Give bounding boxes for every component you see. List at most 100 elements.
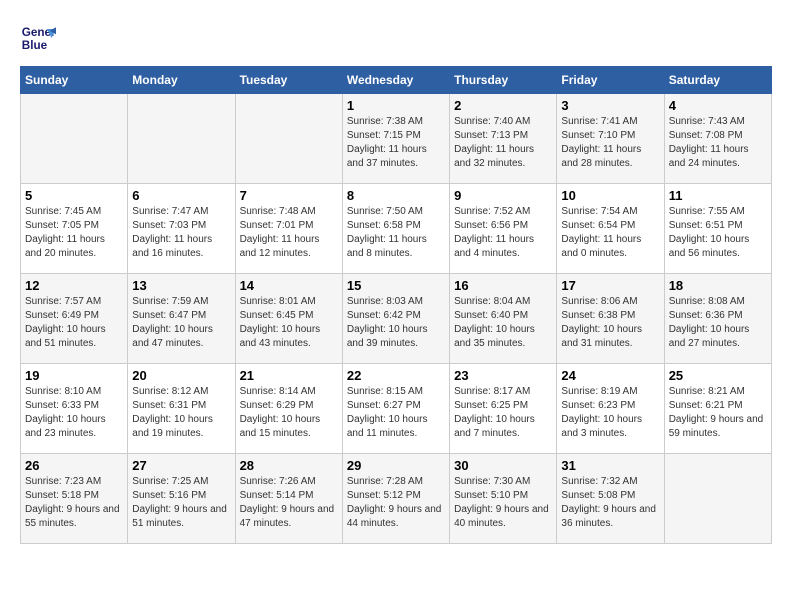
calendar-cell: 10Sunrise: 7:54 AM Sunset: 6:54 PM Dayli… [557, 184, 664, 274]
weekday-header-tuesday: Tuesday [235, 67, 342, 94]
calendar-week-1: 1 Sunrise: 7:38 AM Sunset: 7:15 PM Daylig… [21, 94, 772, 184]
calendar-cell: 12 Sunrise: 7:57 AM Sunset: 6:49 PM Dayli… [21, 274, 128, 364]
day-info: Sunrise: 7:38 AM Sunset: 7:15 PM Dayligh… [347, 115, 445, 171]
day-info: Sunrise: 7:30 AM Sunset: 5:10 PM Dayligh… [454, 475, 552, 531]
calendar-cell: 27Sunrise: 7:25 AM Sunset: 5:16 PM Dayli… [128, 454, 235, 544]
calendar-cell: 21 Sunrise: 8:14 AM Sunset: 6:29 PM Dayli… [235, 364, 342, 454]
weekday-header-monday: Monday [128, 67, 235, 94]
day-info: Sunrise: 7:45 AM Sunset: 7:05 PM Dayligh… [25, 205, 123, 261]
day-number: 3 [561, 98, 659, 113]
calendar-cell: 4 Sunrise: 7:43 AM Sunset: 7:08 PM Daylig… [664, 94, 771, 184]
day-number: 23 [454, 368, 552, 383]
day-info: Sunrise: 8:01 AM Sunset: 6:45 PM Dayligh… [240, 295, 338, 351]
weekday-header-row: SundayMondayTuesdayWednesdayThursdayFrid… [21, 67, 772, 94]
calendar-cell: 3Sunrise: 7:41 AM Sunset: 7:10 PM Daylig… [557, 94, 664, 184]
day-number: 9 [454, 188, 552, 203]
calendar-cell: 26 Sunrise: 7:23 AM Sunset: 5:18 PM Dayli… [21, 454, 128, 544]
weekday-header-sunday: Sunday [21, 67, 128, 94]
calendar-cell [128, 94, 235, 184]
day-info: Sunrise: 7:48 AM Sunset: 7:01 PM Dayligh… [240, 205, 338, 261]
calendar-cell: 22 Sunrise: 8:15 AM Sunset: 6:27 PM Dayli… [342, 364, 449, 454]
calendar-cell: 31 Sunrise: 7:32 AM Sunset: 5:08 PM Dayli… [557, 454, 664, 544]
day-info: Sunrise: 8:17 AM Sunset: 6:25 PM Dayligh… [454, 385, 552, 441]
calendar-table: SundayMondayTuesdayWednesdayThursdayFrid… [20, 66, 772, 544]
day-info: Sunrise: 7:57 AM Sunset: 6:49 PM Dayligh… [25, 295, 123, 351]
day-info: Sunrise: 7:28 AM Sunset: 5:12 PM Dayligh… [347, 475, 445, 531]
day-info: Sunrise: 8:21 AM Sunset: 6:21 PM Dayligh… [669, 385, 767, 441]
day-info: Sunrise: 7:43 AM Sunset: 7:08 PM Dayligh… [669, 115, 767, 171]
day-number: 28 [240, 458, 338, 473]
weekday-header-friday: Friday [557, 67, 664, 94]
day-info: Sunrise: 7:23 AM Sunset: 5:18 PM Dayligh… [25, 475, 123, 531]
day-number: 8 [347, 188, 445, 203]
calendar-cell: 7Sunrise: 7:48 AM Sunset: 7:01 PM Daylig… [235, 184, 342, 274]
day-number: 24 [561, 368, 659, 383]
day-info: Sunrise: 8:14 AM Sunset: 6:29 PM Dayligh… [240, 385, 338, 441]
day-number: 5 [25, 188, 123, 203]
logo: General Blue [20, 20, 62, 56]
calendar-cell: 24Sunrise: 8:19 AM Sunset: 6:23 PM Dayli… [557, 364, 664, 454]
day-number: 20 [132, 368, 230, 383]
day-number: 25 [669, 368, 767, 383]
day-number: 15 [347, 278, 445, 293]
day-number: 12 [25, 278, 123, 293]
day-number: 22 [347, 368, 445, 383]
day-number: 4 [669, 98, 767, 113]
day-info: Sunrise: 7:32 AM Sunset: 5:08 PM Dayligh… [561, 475, 659, 531]
day-number: 31 [561, 458, 659, 473]
calendar-cell: 18 Sunrise: 8:08 AM Sunset: 6:36 PM Dayli… [664, 274, 771, 364]
day-number: 21 [240, 368, 338, 383]
day-number: 2 [454, 98, 552, 113]
calendar-cell [664, 454, 771, 544]
day-info: Sunrise: 8:03 AM Sunset: 6:42 PM Dayligh… [347, 295, 445, 351]
day-info: Sunrise: 7:50 AM Sunset: 6:58 PM Dayligh… [347, 205, 445, 261]
day-number: 13 [132, 278, 230, 293]
calendar-cell: 13 Sunrise: 7:59 AM Sunset: 6:47 PM Dayli… [128, 274, 235, 364]
day-info: Sunrise: 7:26 AM Sunset: 5:14 PM Dayligh… [240, 475, 338, 531]
calendar-week-3: 12 Sunrise: 7:57 AM Sunset: 6:49 PM Dayli… [21, 274, 772, 364]
calendar-week-5: 26 Sunrise: 7:23 AM Sunset: 5:18 PM Dayli… [21, 454, 772, 544]
day-info: Sunrise: 8:06 AM Sunset: 6:38 PM Dayligh… [561, 295, 659, 351]
day-info: Sunrise: 8:10 AM Sunset: 6:33 PM Dayligh… [25, 385, 123, 441]
day-info: Sunrise: 8:15 AM Sunset: 6:27 PM Dayligh… [347, 385, 445, 441]
svg-text:Blue: Blue [22, 39, 48, 52]
day-number: 11 [669, 188, 767, 203]
weekday-header-wednesday: Wednesday [342, 67, 449, 94]
calendar-cell: 30 Sunrise: 7:30 AM Sunset: 5:10 PM Dayli… [450, 454, 557, 544]
calendar-cell: 23 Sunrise: 8:17 AM Sunset: 6:25 PM Dayli… [450, 364, 557, 454]
calendar-cell: 2 Sunrise: 7:40 AM Sunset: 7:13 PM Daylig… [450, 94, 557, 184]
calendar-cell: 14Sunrise: 8:01 AM Sunset: 6:45 PM Dayli… [235, 274, 342, 364]
day-number: 27 [132, 458, 230, 473]
day-number: 30 [454, 458, 552, 473]
day-info: Sunrise: 7:52 AM Sunset: 6:56 PM Dayligh… [454, 205, 552, 261]
day-number: 1 [347, 98, 445, 113]
calendar-cell [21, 94, 128, 184]
day-info: Sunrise: 8:04 AM Sunset: 6:40 PM Dayligh… [454, 295, 552, 351]
calendar-cell: 29Sunrise: 7:28 AM Sunset: 5:12 PM Dayli… [342, 454, 449, 544]
calendar-cell: 1 Sunrise: 7:38 AM Sunset: 7:15 PM Daylig… [342, 94, 449, 184]
weekday-header-thursday: Thursday [450, 67, 557, 94]
day-number: 16 [454, 278, 552, 293]
calendar-cell [235, 94, 342, 184]
page-header: General Blue [20, 20, 772, 56]
day-number: 26 [25, 458, 123, 473]
weekday-header-saturday: Saturday [664, 67, 771, 94]
calendar-cell: 15 Sunrise: 8:03 AM Sunset: 6:42 PM Dayli… [342, 274, 449, 364]
calendar-cell: 17 Sunrise: 8:06 AM Sunset: 6:38 PM Dayli… [557, 274, 664, 364]
day-info: Sunrise: 7:40 AM Sunset: 7:13 PM Dayligh… [454, 115, 552, 171]
calendar-cell: 6Sunrise: 7:47 AM Sunset: 7:03 PM Daylig… [128, 184, 235, 274]
day-number: 17 [561, 278, 659, 293]
calendar-cell: 11Sunrise: 7:55 AM Sunset: 6:51 PM Dayli… [664, 184, 771, 274]
calendar-cell: 8 Sunrise: 7:50 AM Sunset: 6:58 PM Daylig… [342, 184, 449, 274]
calendar-cell: 19Sunrise: 8:10 AM Sunset: 6:33 PM Dayli… [21, 364, 128, 454]
day-info: Sunrise: 8:08 AM Sunset: 6:36 PM Dayligh… [669, 295, 767, 351]
calendar-cell: 9 Sunrise: 7:52 AM Sunset: 6:56 PM Daylig… [450, 184, 557, 274]
day-number: 10 [561, 188, 659, 203]
day-info: Sunrise: 7:47 AM Sunset: 7:03 PM Dayligh… [132, 205, 230, 261]
day-number: 18 [669, 278, 767, 293]
calendar-cell: 25 Sunrise: 8:21 AM Sunset: 6:21 PM Dayli… [664, 364, 771, 454]
calendar-week-2: 5 Sunrise: 7:45 AM Sunset: 7:05 PM Daylig… [21, 184, 772, 274]
calendar-cell: 20Sunrise: 8:12 AM Sunset: 6:31 PM Dayli… [128, 364, 235, 454]
day-info: Sunrise: 7:59 AM Sunset: 6:47 PM Dayligh… [132, 295, 230, 351]
calendar-week-4: 19Sunrise: 8:10 AM Sunset: 6:33 PM Dayli… [21, 364, 772, 454]
